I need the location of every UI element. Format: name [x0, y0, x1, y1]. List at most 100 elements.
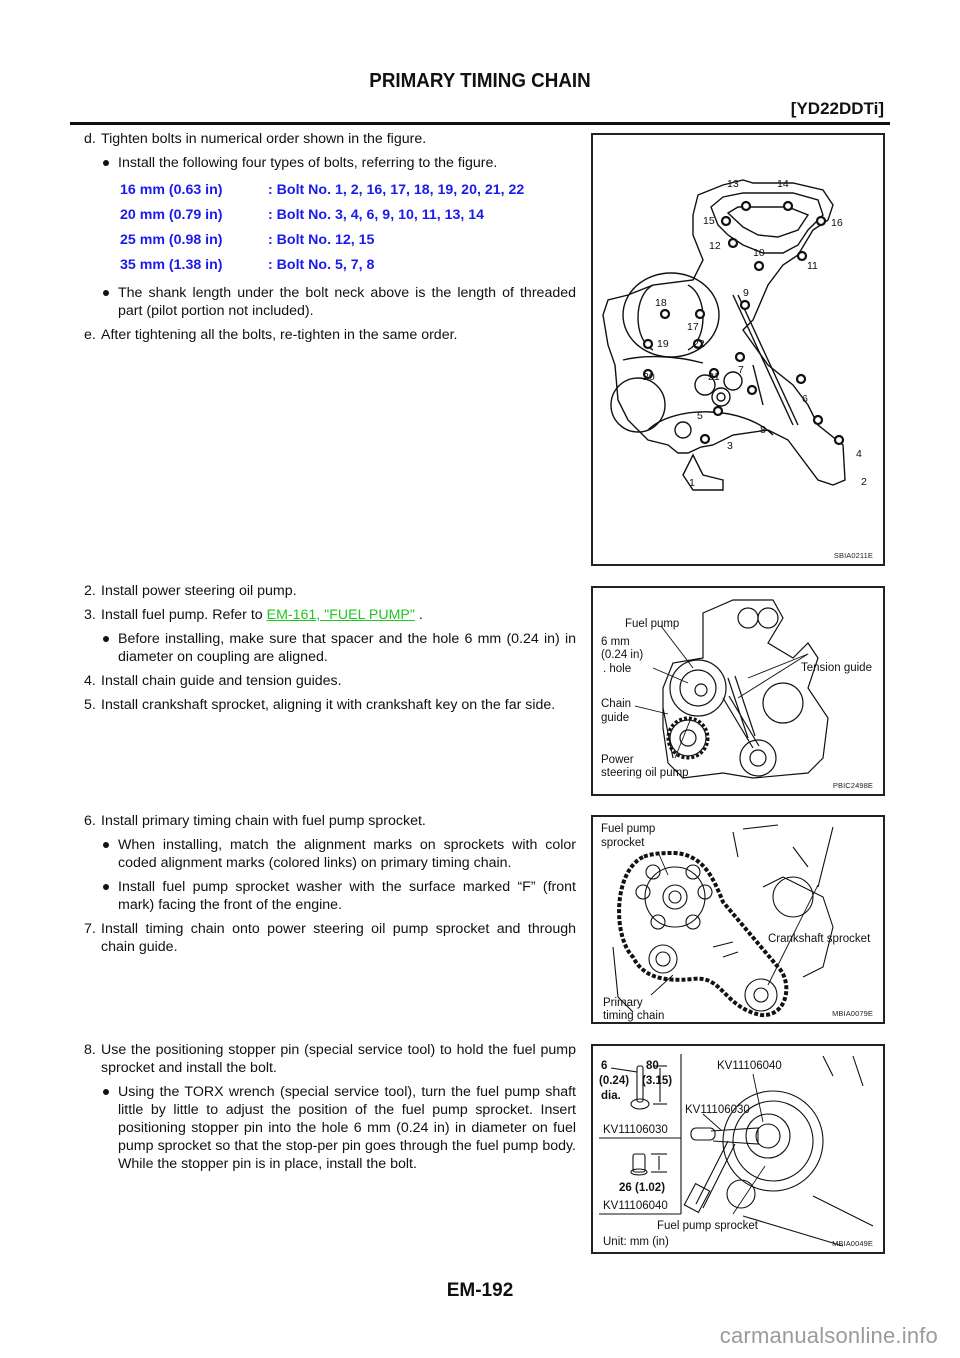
- step-6: 6. Install primary timing chain with fue…: [84, 812, 576, 830]
- bullet-item: Install fuel pump sprocket washer with t…: [101, 878, 576, 914]
- figure-special-service-tools: 6 (0.24) dia. 80 (3.15) KV11106030 26 (1…: [591, 1044, 885, 1254]
- step-text: After tightening all the bolts, re-tight…: [101, 327, 458, 343]
- callout-chain-guide: guide: [601, 712, 630, 724]
- bolt-number-label: 17: [687, 321, 699, 333]
- figure-fuel-pump-guides: Fuel pump 6 mm (0.24 in) . hole Tension …: [591, 586, 885, 796]
- bolt-number-label: 7: [738, 364, 744, 376]
- bolt-number-label: 14: [777, 178, 789, 190]
- step-text: Install primary timing chain with fuel p…: [101, 813, 426, 829]
- bolt-number-label: 22: [693, 338, 705, 350]
- bolt-numbers: : Bolt No. 5, 7, 8: [268, 257, 375, 273]
- figure-id: MBIA0049E: [832, 1239, 873, 1248]
- step-text: Install timing chain onto power steering…: [101, 921, 576, 955]
- callout-hole: 6 mm: [601, 636, 630, 648]
- bolt-spec-row: 16 mm (0.63 in) : Bolt No. 1, 2, 16, 17,…: [120, 178, 576, 203]
- figure-primary-timing-chain: Fuel pump sprocket Crankshaft sprocket P…: [591, 815, 885, 1024]
- pin-diameter-label: dia.: [601, 1090, 621, 1102]
- bolt-number-label: 19: [657, 338, 669, 350]
- tool-code-stopper-pin: KV11106030: [603, 1124, 668, 1136]
- bolt-number-label: 1: [689, 477, 695, 489]
- figure-id: SBIA0211E: [833, 551, 873, 560]
- bullet-text: When installing, match the alignment mar…: [118, 837, 576, 871]
- bullet-text: Install the following four types of bolt…: [118, 155, 498, 171]
- bolt-spec-table: 16 mm (0.63 in) : Bolt No. 1, 2, 16, 17,…: [120, 178, 576, 278]
- bolt-number-label: 13: [727, 178, 739, 190]
- bolt-number-label: 6: [802, 393, 808, 405]
- page-title: PRIMARY TIMING CHAIN: [369, 70, 591, 92]
- pin-length-label: (3.15): [642, 1075, 673, 1087]
- bullet-text: Using the TORX wrench (special service t…: [118, 1084, 576, 1172]
- watermark: carmanualsonline.info: [719, 1323, 938, 1348]
- tool-code-torx-socket: KV11106040: [603, 1200, 668, 1212]
- unit-label: Unit: mm (in): [603, 1236, 669, 1248]
- step-e: e. After tightening all the bolts, re-ti…: [84, 326, 576, 344]
- callout-power-steering-pump: steering oil pump: [601, 767, 689, 779]
- bolt-numbers: : Bolt No. 12, 15: [268, 232, 375, 248]
- page-number: EM-192: [446, 1280, 514, 1301]
- bolt-number-label: 3: [727, 440, 733, 452]
- callout-crankshaft-sprocket: Crankshaft sprocket: [768, 933, 871, 945]
- bolt-number-label: 10: [753, 247, 765, 259]
- section-stopper-pin: 8. Use the positioning stopper pin (spec…: [84, 1041, 576, 1179]
- pin-diameter-label: (0.24): [599, 1075, 630, 1087]
- step-number: e.: [84, 327, 96, 343]
- bolt-spec-row: 20 mm (0.79 in) : Bolt No. 3, 4, 6, 9, 1…: [120, 203, 576, 228]
- bolt-numbers: : Bolt No. 3, 4, 6, 9, 10, 11, 13, 14: [268, 207, 485, 223]
- bullet-icon: [103, 1089, 109, 1095]
- fuel-pump-reference-link[interactable]: EM-161, "FUEL PUMP": [267, 607, 415, 623]
- step-text: Install power steering oil pump.: [101, 583, 297, 599]
- figure-bolt-tightening-order: 1 2 3 4 5 6 7 8 9 10 11 12 13 14 15 16 1…: [591, 133, 885, 566]
- callout-stopper-pin: KV11106030: [685, 1104, 750, 1116]
- bullet-item: Before installing, make sure that spacer…: [101, 630, 576, 666]
- front-cover-drawing: [602, 179, 846, 491]
- bullet-item: When installing, match the alignment mar…: [101, 836, 576, 872]
- bolt-number-label: 5: [697, 410, 703, 422]
- bolt-number-label: 8: [760, 424, 766, 436]
- bullet-item: Using the TORX wrench (special service t…: [101, 1083, 576, 1173]
- bolt-spec-row: 25 mm (0.98 in) : Bolt No. 12, 15: [120, 228, 576, 253]
- step-text-suffix: .: [414, 607, 423, 623]
- bolt-length: 25 mm (0.98 in): [120, 232, 223, 248]
- bolt-number-label: 18: [655, 297, 667, 309]
- step-text: Tighten bolts in numerical order shown i…: [101, 131, 427, 147]
- step-number: 6.: [84, 813, 96, 829]
- callout-hole: (0.24 in): [601, 649, 644, 661]
- bullet-text: Before installing, make sure that spacer…: [118, 631, 576, 665]
- step-number: 5.: [84, 697, 96, 713]
- bolt-length: 16 mm (0.63 in): [120, 182, 223, 198]
- bolt-spec-row: 35 mm (1.38 in) : Bolt No. 5, 7, 8: [120, 253, 576, 278]
- bolt-number-label: 21: [708, 371, 720, 383]
- bullet-icon: [103, 160, 109, 166]
- step-text: Install fuel pump. Refer to: [101, 607, 267, 623]
- pin-diameter-label: 6: [601, 1060, 608, 1072]
- section-bolt-tightening: d. Tighten bolts in numerical order show…: [84, 130, 576, 350]
- callout-fuel-pump-sprocket: Fuel pump: [601, 823, 656, 835]
- header-divider: [70, 122, 890, 125]
- callout-fuel-pump-sprocket: sprocket: [601, 837, 645, 849]
- bullet-text: Install fuel pump sprocket washer with t…: [118, 879, 576, 913]
- step-number: 2.: [84, 583, 96, 599]
- callout-fuel-pump: Fuel pump: [625, 618, 680, 630]
- engine-code: [YD22DDTi]: [790, 99, 884, 118]
- callout-chain-guide: Chain: [601, 698, 632, 710]
- bullet-text: The shank length under the bolt neck abo…: [118, 285, 576, 319]
- bullet-item: Install the following four types of bolt…: [101, 154, 576, 172]
- step-d: d. Tighten bolts in numerical order show…: [84, 130, 576, 148]
- step-number: 3.: [84, 607, 96, 623]
- bolt-number-label: 15: [703, 215, 715, 227]
- step-7: 7. Install timing chain onto power steer…: [84, 920, 576, 956]
- callout-power-steering-pump: Power: [601, 754, 634, 766]
- bolt-number-label: 12: [709, 240, 721, 252]
- bullet-item: The shank length under the bolt neck abo…: [101, 284, 576, 320]
- callout-primary-timing-chain: Primary: [603, 997, 643, 1009]
- section-install-chain: 6. Install primary timing chain with fue…: [84, 812, 576, 962]
- bolt-number-label: 9: [743, 287, 749, 299]
- bolt-length: 35 mm (1.38 in): [120, 257, 223, 273]
- step-number: 8.: [84, 1042, 96, 1058]
- step-number: 7.: [84, 921, 96, 937]
- bullet-icon: [103, 884, 109, 890]
- bullet-icon: [103, 842, 109, 848]
- callout-tension-guide: Tension guide: [801, 662, 872, 674]
- bolt-length: 20 mm (0.79 in): [120, 207, 223, 223]
- step-number: 4.: [84, 673, 96, 689]
